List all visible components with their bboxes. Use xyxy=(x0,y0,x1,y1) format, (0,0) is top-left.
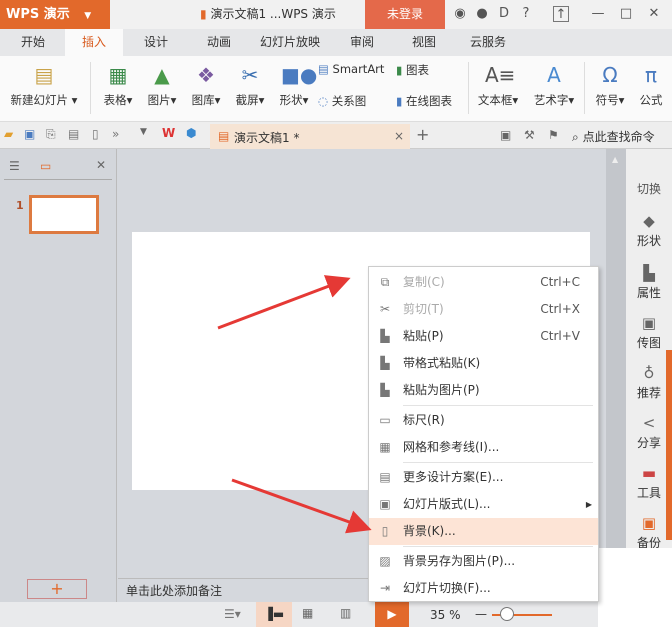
arrow-annotation xyxy=(231,478,372,534)
annotation-arrows xyxy=(217,275,372,534)
arrow-annotation xyxy=(217,275,351,330)
